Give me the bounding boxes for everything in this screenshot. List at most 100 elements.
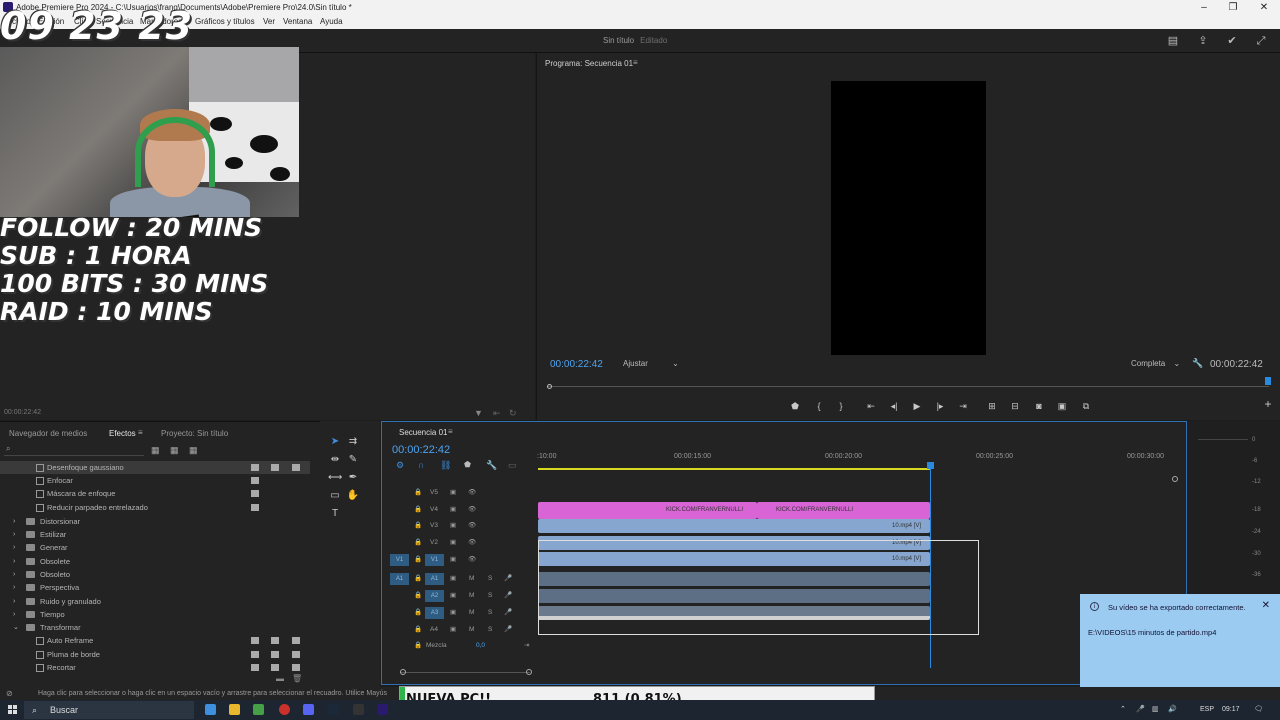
chevron-up-icon[interactable]: ⌃ <box>1120 700 1126 720</box>
effect-item[interactable]: Reducir parpadeo entrelazado <box>0 501 310 514</box>
mic-icon[interactable]: 🎤 <box>504 605 512 621</box>
clock[interactable]: 09:17 <box>1222 700 1240 720</box>
add-marker-icon[interactable]: ⬟ <box>464 460 471 469</box>
tab-effects[interactable]: Efectos <box>109 429 136 438</box>
opera-icon[interactable] <box>279 704 290 715</box>
lock-icon[interactable]: 🔒 <box>414 605 422 621</box>
share-icon[interactable]: ⇪ <box>1196 34 1210 48</box>
track-select-icon[interactable]: ⇉ <box>346 435 360 449</box>
ripple-edit-icon[interactable]: ⇹ <box>328 453 342 467</box>
sync-icon[interactable]: ▣ <box>450 518 456 534</box>
fit-dropdown[interactable]: Ajustar ⌄ <box>623 359 679 368</box>
add-marker-icon[interactable]: ⬟ <box>788 400 802 412</box>
tab-project[interactable]: Proyecto: Sin título <box>161 429 228 438</box>
timeline-timecode[interactable]: 00:00:22:42 <box>392 444 450 456</box>
sync-icon[interactable]: ▣ <box>450 571 456 587</box>
lock-icon[interactable]: 🔒 <box>414 502 422 518</box>
mic-icon[interactable]: 🎤 <box>504 571 512 587</box>
mark-out-icon[interactable]: } <box>834 400 848 412</box>
captions-icon[interactable]: ▭ <box>508 460 517 471</box>
premiere-icon[interactable] <box>377 704 388 715</box>
sync-icon[interactable]: ▣ <box>450 502 456 518</box>
effect-item[interactable]: Máscara de enfoque <box>0 487 310 500</box>
minimize-button[interactable]: – <box>1190 0 1218 15</box>
tab-media-browser[interactable]: Navegador de medios <box>9 429 87 438</box>
nest-icon[interactable]: ⚙ <box>396 460 404 471</box>
lift-icon[interactable]: ⊞ <box>985 400 999 412</box>
menu-ventana[interactable]: Ventana <box>283 15 312 29</box>
effect-item[interactable]: Enfocar <box>0 474 310 487</box>
menu-ayuda[interactable]: Ayuda <box>320 15 343 29</box>
refresh-icon[interactable]: ↻ <box>509 408 517 419</box>
32bit-effects-icon[interactable]: ▦ <box>170 445 179 456</box>
lock-icon[interactable]: 🔒 <box>414 535 422 551</box>
sync-icon[interactable]: ▣ <box>450 535 456 551</box>
selection-tool-icon[interactable]: ➤ <box>328 435 342 449</box>
sync-icon[interactable]: ▣ <box>450 588 456 604</box>
sync-icon[interactable]: ▣ <box>450 605 456 621</box>
mute-button[interactable]: M <box>469 605 474 621</box>
effect-folder[interactable]: › Ruido y granulado <box>0 595 310 608</box>
lock-icon[interactable]: 🔒 <box>414 588 422 604</box>
program-scrubber[interactable] <box>547 386 1269 387</box>
scrub-start-handle[interactable] <box>547 384 552 389</box>
volume-icon[interactable]: 🔊 <box>1168 700 1177 720</box>
app-icon[interactable] <box>253 704 264 715</box>
windows-start-icon[interactable] <box>8 705 18 715</box>
playhead-icon[interactable] <box>1265 377 1271 385</box>
extract-icon[interactable]: ⊟ <box>1008 400 1022 412</box>
effect-folder[interactable]: › Distorsionar <box>0 515 310 528</box>
compare-icon[interactable]: ▣ <box>1055 400 1069 412</box>
lock-icon[interactable]: 🔒 <box>414 485 422 501</box>
zoom-handle[interactable] <box>526 669 532 675</box>
progress-check-icon[interactable]: ✔ <box>1225 34 1239 48</box>
program-title[interactable]: Programa: Secuencia 01 <box>545 59 633 68</box>
snap-icon[interactable]: ∩ <box>418 460 424 470</box>
panel-menu-icon[interactable]: ≡ <box>138 428 143 437</box>
add-button-icon[interactable]: + <box>1261 398 1275 410</box>
solo-button[interactable]: S <box>488 571 492 587</box>
notifications-icon[interactable]: 🗨 <box>1254 700 1263 720</box>
solo-button[interactable]: S <box>488 605 492 621</box>
effect-folder[interactable]: › Estilizar <box>0 528 310 541</box>
accelerated-effects-icon[interactable]: ▦ <box>151 445 160 456</box>
workspaces-icon[interactable]: ▤ <box>1166 34 1180 48</box>
edge-icon[interactable] <box>205 704 216 715</box>
maximize-button[interactable]: ❐ <box>1219 0 1247 15</box>
camera-icon[interactable]: ◙ <box>1032 400 1046 412</box>
eye-icon[interactable]: 👁 <box>468 518 476 534</box>
go-to-out-icon[interactable]: ⇥ <box>956 400 970 412</box>
program-timecode[interactable]: 00:00:22:42 <box>550 359 603 370</box>
mic-tray-icon[interactable]: 🎤 <box>1136 700 1145 720</box>
export-notification[interactable]: i Su vídeo se ha exportado correctamente… <box>1080 594 1280 687</box>
effect-folder[interactable]: ⌄ Transformar <box>0 621 310 634</box>
eye-icon[interactable]: 👁 <box>468 535 476 551</box>
filter-icon[interactable]: ▼ <box>474 408 483 418</box>
razor-icon[interactable]: ✎ <box>346 453 360 467</box>
effect-folder[interactable]: › Generar <box>0 541 310 554</box>
title-clip[interactable]: KICK.COM/FRANVERNULLI <box>757 502 930 519</box>
effect-folder[interactable]: › Tiempo <box>0 608 310 621</box>
multicam-icon[interactable]: ⧉ <box>1079 400 1093 412</box>
lock-icon[interactable]: 🔒 <box>414 552 422 568</box>
menu-graficos[interactable]: Gráficos y títulos <box>195 15 255 29</box>
video-clip-v3[interactable]: 10.mp4 [V] <box>538 519 930 533</box>
playhead-icon[interactable] <box>927 462 934 469</box>
lock-icon[interactable]: 🔒 <box>414 571 422 587</box>
language-indicator[interactable]: ESP <box>1200 700 1214 720</box>
mic-icon[interactable]: 🎤 <box>504 588 512 604</box>
taskbar-search[interactable]: ⌕ Buscar <box>24 701 194 719</box>
mix-volume[interactable]: 0,0 <box>476 638 485 654</box>
new-bin-icon[interactable]: ▬ <box>276 674 284 683</box>
panel-menu-icon[interactable]: ≡ <box>633 58 638 67</box>
yuv-effects-icon[interactable]: ▦ <box>189 445 198 456</box>
mark-in-icon[interactable]: { <box>812 400 826 412</box>
slip-icon[interactable]: ⟷ <box>328 471 342 485</box>
lock-icon[interactable]: 🔒 <box>414 622 422 638</box>
wrench-icon[interactable]: 🔧 <box>486 460 497 471</box>
skip-end-icon[interactable]: ⇥ <box>524 638 529 654</box>
title-clip[interactable]: KICK.COM/FRANVERNULLI <box>538 502 757 519</box>
app-icon[interactable] <box>353 704 364 715</box>
export-frame-icon[interactable]: ⇤ <box>493 408 501 419</box>
work-area-bar[interactable] <box>538 468 931 470</box>
